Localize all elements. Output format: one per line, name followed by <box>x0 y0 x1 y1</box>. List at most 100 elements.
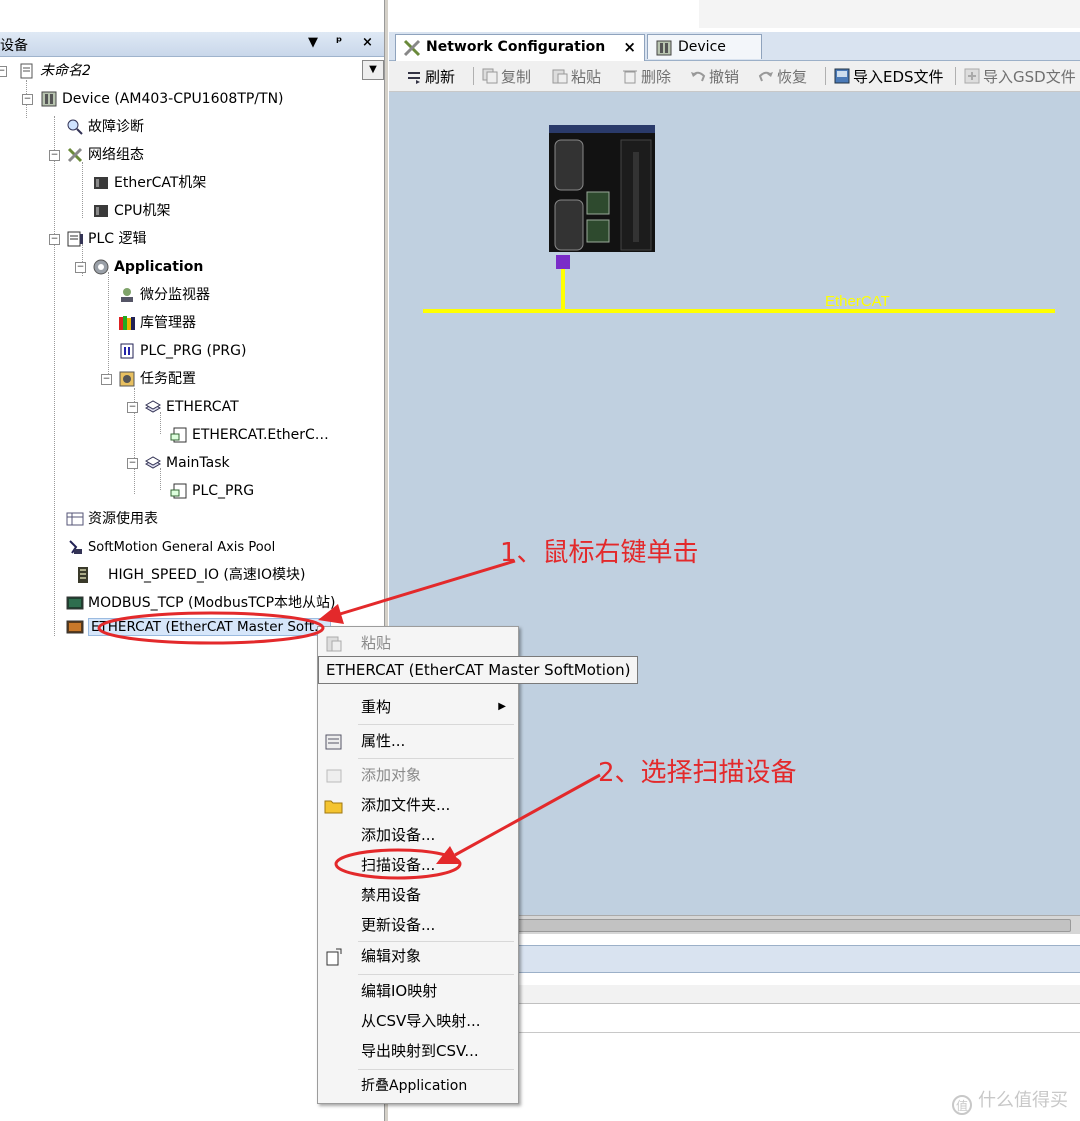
toolbar-label: 粘贴 <box>571 68 602 86</box>
collapse-toggle[interactable]: − <box>49 150 60 161</box>
tree-item-plc-logic[interactable]: PLC 逻辑 <box>66 228 146 250</box>
tree-item-plc-prg[interactable]: PLC_PRG (PRG) <box>118 340 246 362</box>
toolbar-label: 刷新 <box>425 68 456 86</box>
tree-item-ethercat-call[interactable]: ETHERCAT.EtherC… <box>170 424 329 446</box>
tree-item-modbus-tcp[interactable]: MODBUS_TCP (ModbusTCP本地从站) <box>66 592 335 614</box>
tree-label: MODBUS_TCP (ModbusTCP本地从站) <box>88 595 336 611</box>
title-strip <box>389 0 1080 32</box>
close-tab-icon[interactable]: × <box>623 35 636 60</box>
ethercat-port[interactable] <box>556 255 570 269</box>
axis-pool-icon <box>66 538 84 556</box>
undo-icon <box>689 67 707 85</box>
tree-label: HIGH_SPEED_IO (高速IO模块) <box>108 567 306 583</box>
menu-label: 更新设备... <box>361 916 436 934</box>
plc-logic-icon <box>66 230 84 248</box>
application-gear-icon <box>92 258 110 276</box>
menu-label: 导出映射到CSV... <box>361 1042 479 1060</box>
tree-item-resource-table[interactable]: 资源使用表 <box>66 508 158 530</box>
collapse-toggle[interactable]: − <box>22 94 33 105</box>
menu-label: 重构 <box>361 698 392 716</box>
network-config-icon <box>402 38 422 58</box>
menu-item-add-device[interactable]: 添加设备... <box>318 821 516 849</box>
menu-item-update-device[interactable]: 更新设备... <box>318 911 516 939</box>
tree-item-ethercat-master[interactable]: ETHERCAT (EtherCAT Master Soft… <box>66 614 331 640</box>
library-icon <box>118 314 136 332</box>
tab-network-configuration[interactable]: Network Configuration × <box>395 34 645 61</box>
modbus-icon <box>66 594 84 612</box>
tree-item-diagnosis[interactable]: 故障诊断 <box>66 116 144 138</box>
task-config-icon <box>118 370 136 388</box>
tree-item-device[interactable]: Device (AM403-CPU1608TP/TN) <box>40 88 284 110</box>
menu-label: 扫描设备... <box>361 856 436 874</box>
menu-item-collapse-application[interactable]: 折叠Application <box>318 1072 516 1100</box>
copy-button[interactable]: 复制 <box>481 66 531 88</box>
collapse-toggle[interactable]: − <box>49 234 60 245</box>
menu-item-disable-device[interactable]: 禁用设备 <box>318 881 516 909</box>
tree-item-axis-pool[interactable]: SoftMotion General Axis Pool <box>66 536 275 558</box>
menu-item-properties[interactable]: 属性... <box>318 727 516 755</box>
import-gsd-button[interactable]: 导入GSD文件 <box>963 66 1076 88</box>
plc-device[interactable] <box>549 125 655 252</box>
collapse-toggle[interactable]: − <box>101 374 112 385</box>
delete-icon <box>621 67 639 85</box>
tree-dropdown-button[interactable]: ▼ <box>362 60 384 80</box>
menu-item-edit-io-mapping[interactable]: 编辑IO映射 <box>318 977 516 1005</box>
tree-item-trace-monitor[interactable]: 微分监视器 <box>118 284 210 306</box>
tree-item-cpu-rack[interactable]: CPU机架 <box>92 200 170 222</box>
tree-label: ETHERCAT <box>166 399 239 415</box>
menu-item-import-mapping-csv[interactable]: 从CSV导入映射... <box>318 1007 516 1035</box>
rack-icon <box>92 174 110 192</box>
program-icon <box>118 342 136 360</box>
redo-button[interactable]: 恢复 <box>757 66 807 88</box>
tree-item-application[interactable]: Application <box>92 256 203 278</box>
panel-menu-button[interactable]: ▼ <box>308 35 318 50</box>
paste-icon <box>324 634 344 652</box>
tree-item-high-speed-io[interactable]: HIGH_SPEED_IO (高速IO模块) <box>74 564 306 586</box>
menu-item-add-object[interactable]: 添加对象 <box>318 761 516 789</box>
undo-button[interactable]: 撤销 <box>689 66 739 88</box>
tree-label: 未命名2 <box>40 63 91 79</box>
tree-label: SoftMotion General Axis Pool <box>88 540 276 555</box>
delete-button[interactable]: 删除 <box>621 66 671 88</box>
collapse-toggle[interactable]: − <box>127 402 138 413</box>
tree-label: ETHERCAT.EtherC… <box>192 427 329 443</box>
scrollbar-thumb[interactable] <box>509 919 1071 932</box>
tree-item-task-config[interactable]: 任务配置 <box>118 368 196 390</box>
tree-item-maintask[interactable]: MainTask <box>144 452 230 474</box>
diagnosis-icon <box>66 118 84 136</box>
menu-item-refactor[interactable]: 重构 ▶ <box>318 693 516 721</box>
import-eds-button[interactable]: 导入EDS文件 <box>833 66 944 88</box>
tree-item-ethercat-task[interactable]: ETHERCAT <box>144 396 239 418</box>
toolbar-label: 删除 <box>641 68 672 86</box>
refresh-button[interactable]: 刷新 <box>405 66 455 88</box>
tree-item-network-config[interactable]: 网络组态 <box>66 144 144 166</box>
menu-label: 从CSV导入映射... <box>361 1012 481 1030</box>
tree-item-maintask-plc-prg[interactable]: PLC_PRG <box>170 480 254 502</box>
menu-item-edit-object[interactable]: 编辑对象 <box>318 942 516 970</box>
task-icon <box>144 454 162 472</box>
device-icon <box>40 90 58 108</box>
tree-label: PLC_PRG <box>192 483 255 499</box>
menu-item-paste[interactable]: 粘贴 <box>318 629 516 657</box>
tab-device[interactable]: Device <box>647 34 762 59</box>
menu-item-add-folder[interactable]: 添加文件夹... <box>318 791 516 819</box>
collapse-toggle[interactable]: − <box>127 458 138 469</box>
tree-item-library-manager[interactable]: 库管理器 <box>118 312 196 334</box>
menu-item-export-mapping-csv[interactable]: 导出映射到CSV... <box>318 1037 516 1065</box>
annotation-step1: 1、鼠标右键单击 <box>500 538 699 568</box>
tree-item-ethercat-rack[interactable]: EtherCAT机架 <box>92 172 206 194</box>
paste-button[interactable]: 粘贴 <box>551 66 601 88</box>
menu-item-scan-devices[interactable]: 扫描设备... <box>318 851 516 879</box>
tree-label: 任务配置 <box>140 371 196 387</box>
device-tooltip: ETHERCAT (EtherCAT Master SoftMotion) <box>318 656 639 684</box>
collapse-toggle[interactable]: − <box>0 66 7 77</box>
devices-panel-header: 设备 ▼ ᵖ × <box>0 32 386 57</box>
tree-label: ETHERCAT (EtherCAT Master Soft… <box>88 618 331 636</box>
close-panel-button[interactable]: × <box>362 35 373 50</box>
collapse-toggle[interactable]: − <box>75 262 86 273</box>
pin-button[interactable]: ᵖ <box>336 35 342 50</box>
tree-label: 库管理器 <box>140 315 196 331</box>
editor-tabbar: Network Configuration × Device <box>389 32 1080 61</box>
call-icon <box>170 482 188 500</box>
tree-item-project[interactable]: 未命名2 <box>18 60 91 82</box>
